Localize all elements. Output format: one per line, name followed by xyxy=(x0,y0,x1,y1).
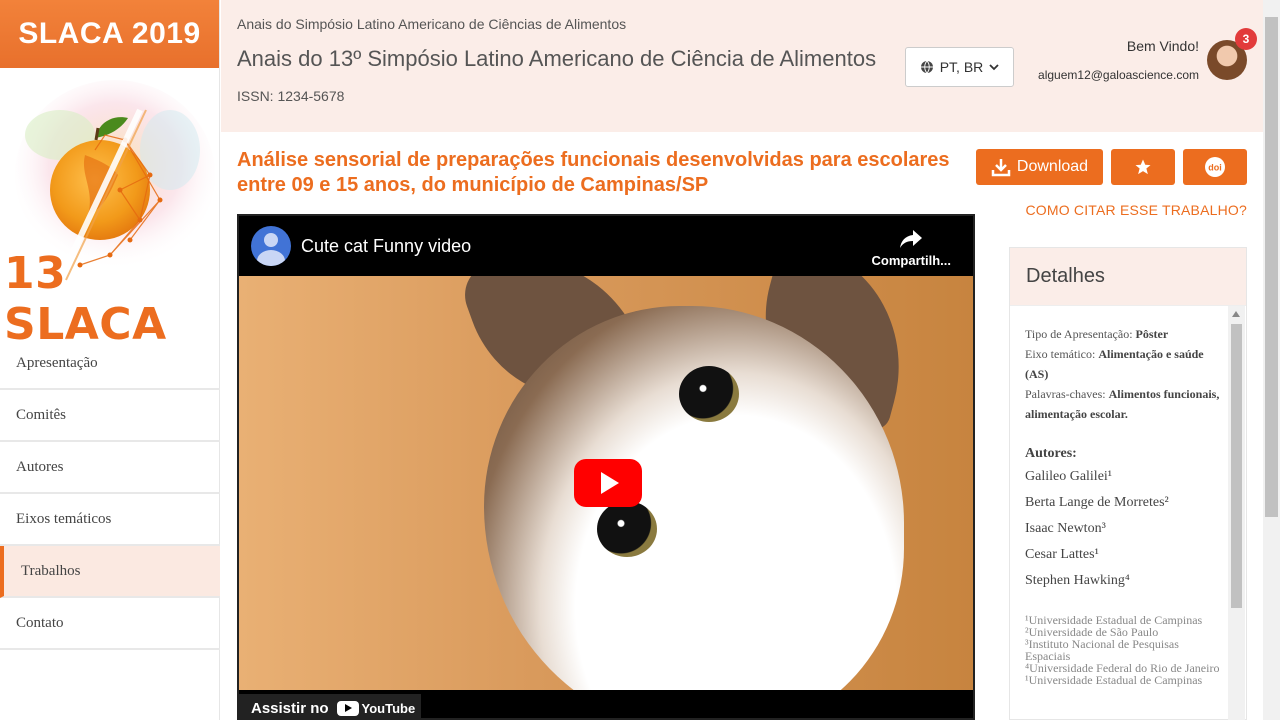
watch-label: Assistir no xyxy=(251,699,329,717)
star-icon xyxy=(1135,159,1151,175)
sidebar-item-apresentacao[interactable]: Apresentação xyxy=(0,338,220,390)
sidebar-item-comites[interactable]: Comitês xyxy=(0,390,220,442)
play-button-icon[interactable] xyxy=(574,459,642,507)
notification-badge[interactable]: 3 xyxy=(1235,28,1257,50)
share-icon xyxy=(900,230,923,248)
scroll-up-arrow-icon[interactable] xyxy=(1232,311,1240,317)
favorite-button[interactable] xyxy=(1111,149,1175,185)
affiliation-item: ¹Universidade Estadual de Campinas xyxy=(1025,673,1203,687)
author-item[interactable]: Berta Lange de Morretes² xyxy=(1025,490,1221,516)
author-item[interactable]: Stephen Hawking⁴ xyxy=(1025,568,1221,594)
sidebar-item-contato[interactable]: Contato xyxy=(0,598,220,650)
video-top-bar: Cute cat Funny video Compartilh... xyxy=(239,216,973,276)
details-scroll-thumb[interactable] xyxy=(1231,324,1242,608)
presentation-type: Tipo de Apresentação: Pôster xyxy=(1025,324,1221,344)
proceedings-title: Anais do 13º Simpósio Latino Americano d… xyxy=(237,46,877,71)
video-player[interactable]: Cute cat Funny video Compartilh... Assis… xyxy=(237,214,975,720)
authors-heading: Autores: xyxy=(1025,446,1077,461)
how-to-cite-link[interactable]: COMO CITAR ESSE TRABALHO? xyxy=(1025,202,1247,218)
language-label: PT, BR xyxy=(939,59,984,75)
author-item[interactable]: Cesar Lattes¹ xyxy=(1025,542,1221,568)
keywords: Palavras-chaves: Alimentos funcionais, a… xyxy=(1025,384,1221,424)
details-panel: Detalhes Tipo de Apresentação: Pôster Ei… xyxy=(1009,247,1247,720)
affiliations-list: ¹Universidade Estadual de Campinas ²Univ… xyxy=(1025,614,1221,686)
doi-button[interactable]: doi xyxy=(1183,149,1247,185)
author-item[interactable]: Galileo Galilei¹ xyxy=(1025,464,1221,490)
youtube-logo-icon: YouTube xyxy=(336,700,416,716)
share-label: Compartilh... xyxy=(871,253,951,268)
globe-icon xyxy=(920,60,933,74)
download-label: Download xyxy=(1016,158,1089,175)
details-scrollbar[interactable] xyxy=(1228,306,1245,720)
user-email[interactable]: alguem12@galoascience.com xyxy=(1038,68,1199,82)
event-logo[interactable]: 13 SLACA xyxy=(0,80,220,350)
thematic-axis: Eixo temático: Alimentação e saúde (AS) xyxy=(1025,344,1221,384)
language-selector[interactable]: PT, BR xyxy=(905,47,1014,87)
thematic-axis-label: Eixo temático: xyxy=(1025,347,1096,361)
article-title: Análise sensorial de preparações funcion… xyxy=(237,149,950,196)
sidebar-nav: Apresentação Comitês Autores Eixos temát… xyxy=(0,338,220,650)
sidebar-item-autores[interactable]: Autores xyxy=(0,442,220,494)
welcome-text: Bem Vindo! xyxy=(1126,38,1199,54)
sidebar: SLACA 2019 13 SLACA Apresentação Comitês… xyxy=(0,0,220,720)
logo-text: 13 SLACA xyxy=(4,248,167,350)
cat-eye-left xyxy=(679,366,739,422)
page-scroll-thumb[interactable] xyxy=(1265,17,1278,517)
sidebar-item-trabalhos[interactable]: Trabalhos xyxy=(0,546,220,598)
details-body: Tipo de Apresentação: Pôster Eixo temáti… xyxy=(1025,324,1221,686)
youtube-mini-icon xyxy=(336,700,359,716)
page-scrollbar[interactable] xyxy=(1263,0,1280,720)
issn-text: ISSN: 1234-5678 xyxy=(237,88,345,104)
presentation-type-label: Tipo de Apresentação: xyxy=(1025,327,1133,341)
author-item[interactable]: Isaac Newton³ xyxy=(1025,516,1221,542)
download-button[interactable]: Download xyxy=(976,149,1103,185)
details-heading: Detalhes xyxy=(1010,248,1246,306)
brand-title[interactable]: SLACA 2019 xyxy=(0,0,219,68)
chevron-down-icon xyxy=(989,64,999,71)
page-header: Anais do Simpósio Latino Americano de Ci… xyxy=(221,0,1263,132)
share-button[interactable]: Compartilh... xyxy=(872,228,951,268)
breadcrumb[interactable]: Anais do Simpósio Latino Americano de Ci… xyxy=(237,16,626,32)
video-thumbnail[interactable] xyxy=(239,276,973,690)
doi-icon: doi xyxy=(1205,157,1225,177)
doi-icon-text: doi xyxy=(1208,163,1222,173)
presentation-type-value: Pôster xyxy=(1135,327,1169,341)
download-icon xyxy=(991,159,1011,177)
watch-on-youtube-button[interactable]: Assistir no YouTube xyxy=(239,694,421,718)
channel-avatar-icon[interactable] xyxy=(251,226,291,266)
keywords-label: Palavras-chaves: xyxy=(1025,387,1106,401)
video-title[interactable]: Cute cat Funny video xyxy=(301,236,471,257)
sidebar-item-eixos-tematicos[interactable]: Eixos temáticos xyxy=(0,494,220,546)
youtube-label: YouTube xyxy=(361,700,416,716)
cat-eye-right xyxy=(597,501,657,557)
affiliation-item: ³Instituto Nacional de Pesquisas Espacia… xyxy=(1025,637,1179,663)
